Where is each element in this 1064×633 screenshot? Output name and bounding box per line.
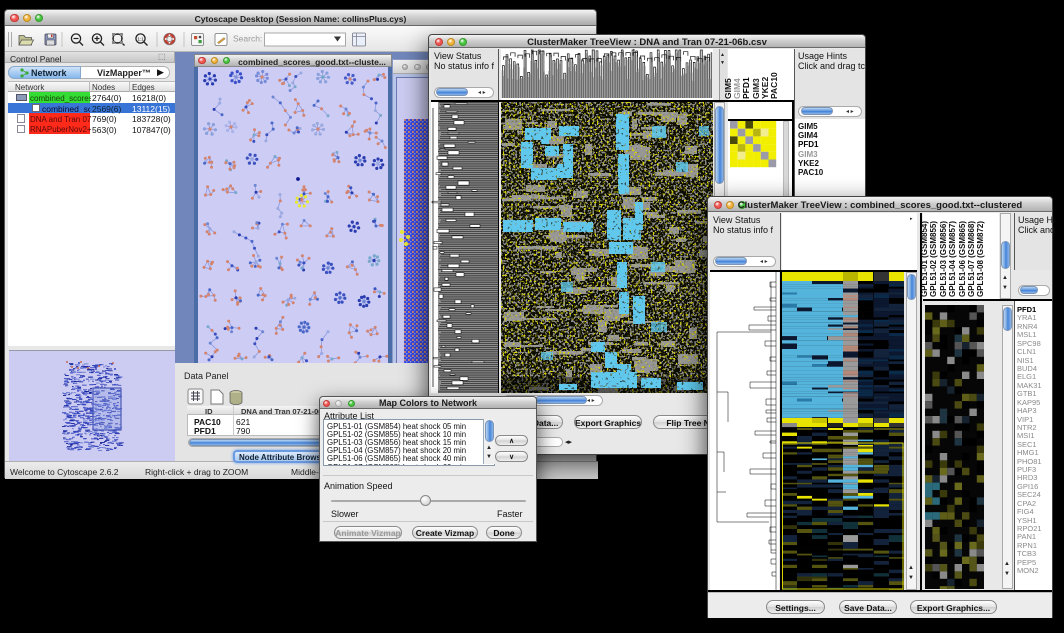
svg-text:Search:: Search:	[233, 34, 262, 44]
svg-text:1:1: 1:1	[138, 37, 145, 42]
